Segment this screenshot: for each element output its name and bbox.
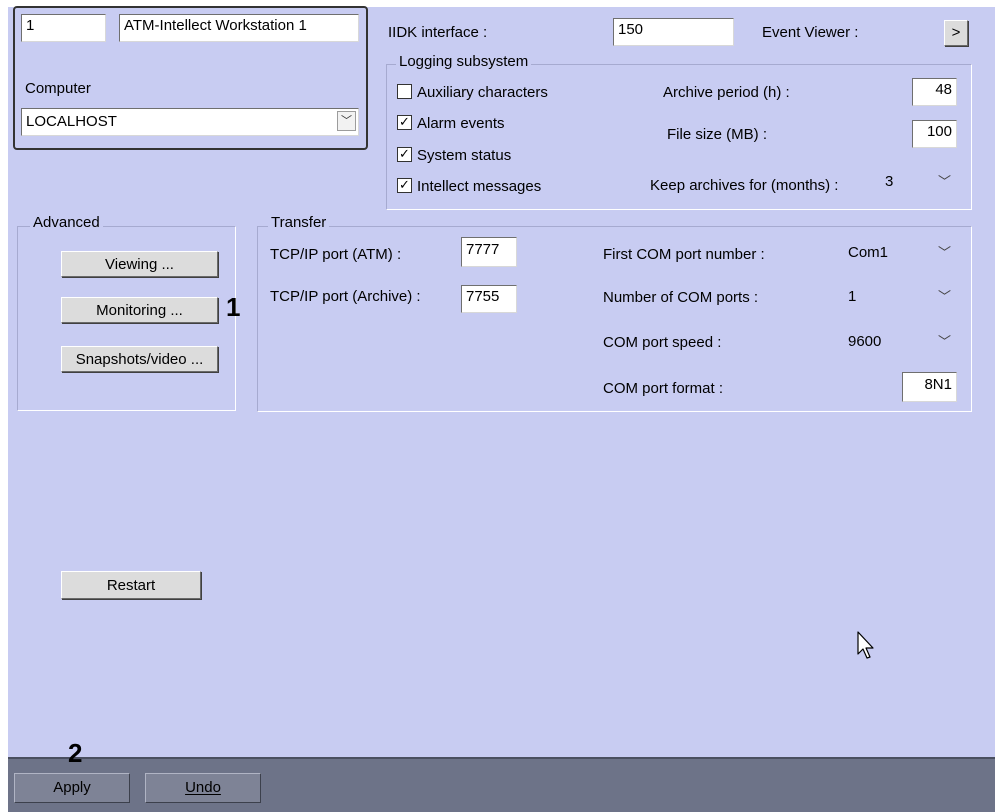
checkbox-auxiliary-characters[interactable]: Auxiliary characters (397, 84, 548, 101)
keep-archives-label: Keep archives for (months) : (650, 177, 839, 194)
monitoring-button[interactable]: Monitoring ... (61, 297, 218, 323)
file-size-field[interactable]: 100 (912, 120, 957, 148)
checkbox-box[interactable] (397, 178, 412, 193)
computer-value: LOCALHOST (26, 113, 117, 130)
viewing-button[interactable]: Viewing ... (61, 251, 218, 277)
undo-button[interactable]: Undo (145, 773, 261, 803)
checkbox-system-status[interactable]: System status (397, 147, 511, 164)
iidk-label: IIDK interface : (388, 24, 488, 41)
archive-period-label: Archive period (h) : (663, 84, 790, 101)
checkbox-intellect-messages[interactable]: Intellect messages (397, 178, 541, 195)
tcp-atm-field[interactable]: 7777 (461, 237, 517, 267)
archive-period-field[interactable]: 48 (912, 78, 957, 106)
num-com-label: Number of COM ports : (603, 289, 759, 306)
object-name-field[interactable]: ATM-Intellect Workstation 1 (119, 14, 359, 42)
tcp-archive-field[interactable]: 7755 (461, 285, 517, 313)
com-speed-value: 9600 (848, 333, 882, 350)
snapshots-video-button[interactable]: Snapshots/video ... (61, 346, 218, 372)
event-viewer-label: Event Viewer : (762, 24, 859, 41)
computer-select[interactable]: LOCALHOST ﹀ (21, 108, 359, 136)
logging-group-title: Logging subsystem (396, 53, 532, 70)
apply-button[interactable]: Apply (14, 773, 130, 803)
checkbox-label: Alarm events (417, 115, 505, 132)
checkbox-label: Intellect messages (417, 178, 542, 195)
file-size-label: File size (MB) : (667, 126, 768, 143)
keep-archives-select[interactable]: 3 ﹀ (877, 167, 957, 197)
event-viewer-button[interactable]: > (944, 20, 968, 46)
checkbox-label: System status (417, 147, 512, 164)
checkbox-box[interactable] (397, 115, 412, 130)
keep-archives-value: 3 (885, 173, 894, 190)
object-id-field[interactable]: 1 (21, 14, 106, 42)
first-com-value: Com1 (848, 244, 889, 261)
com-speed-label: COM port speed : (603, 334, 722, 351)
first-com-select[interactable]: Com1 ﹀ (840, 238, 957, 268)
com-speed-select[interactable]: 9600 ﹀ (840, 327, 957, 357)
callout-1: 1 (226, 292, 241, 322)
num-com-select[interactable]: 1 ﹀ (840, 282, 957, 312)
chevron-down-icon[interactable]: ﹀ (938, 242, 951, 261)
com-format-label: COM port format : (603, 380, 724, 397)
chevron-down-icon[interactable]: ﹀ (938, 331, 951, 350)
restart-button[interactable]: Restart (61, 571, 201, 599)
chevron-down-icon[interactable]: ﹀ (938, 171, 951, 190)
transfer-group-title: Transfer (268, 214, 330, 231)
mouse-cursor-icon (857, 631, 874, 659)
first-com-label: First COM port number : (603, 246, 765, 263)
checkbox-label: Auxiliary characters (417, 84, 548, 101)
computer-label: Computer (25, 80, 91, 97)
com-format-field[interactable]: 8N1 (902, 372, 957, 402)
callout-2: 2 (68, 738, 83, 768)
checkbox-box[interactable] (397, 84, 412, 99)
iidk-field[interactable]: 150 (613, 18, 734, 46)
chevron-down-icon[interactable]: ﹀ (337, 111, 356, 131)
checkbox-box[interactable] (397, 147, 412, 162)
checkbox-alarm-events[interactable]: Alarm events (397, 115, 505, 132)
tcp-atm-label: TCP/IP port (ATM) : (270, 246, 402, 263)
chevron-down-icon[interactable]: ﹀ (938, 286, 951, 305)
advanced-group-title: Advanced (30, 214, 103, 231)
tcp-archive-label: TCP/IP port (Archive) : (270, 288, 421, 305)
num-com-value: 1 (848, 288, 857, 305)
